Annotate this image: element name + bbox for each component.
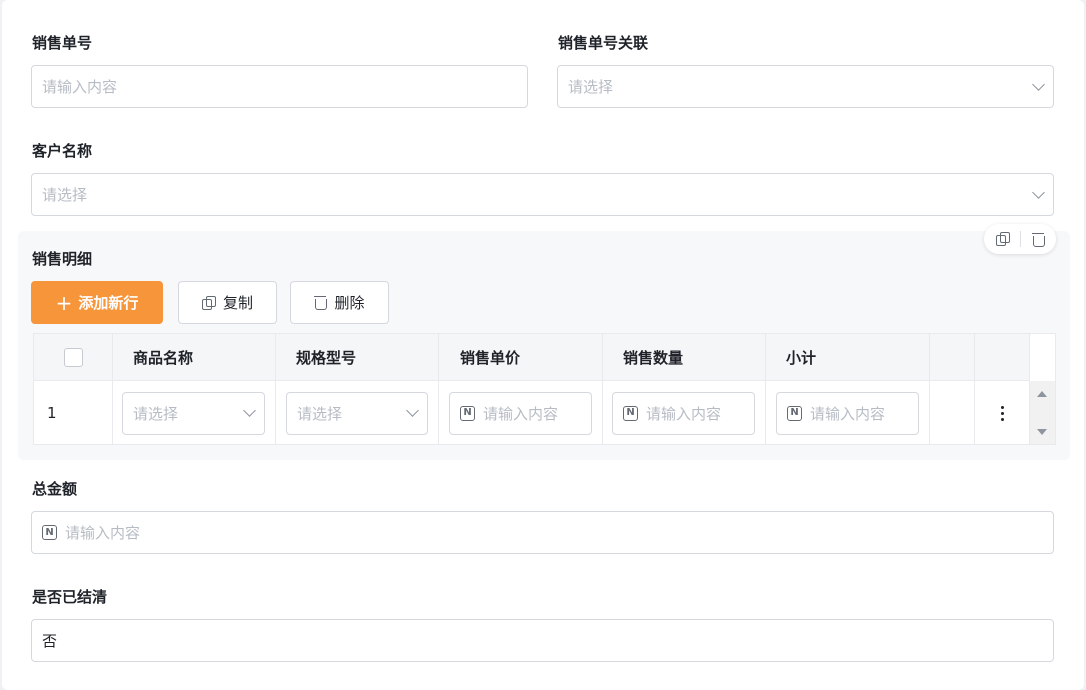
quantity-cell: N 请输入内容 <box>603 381 766 445</box>
trash-icon[interactable] <box>1032 232 1046 247</box>
customer-name-placeholder: 请选择 <box>42 186 88 204</box>
scroll-down-icon[interactable] <box>1037 429 1047 435</box>
price-placeholder: 请输入内容 <box>483 404 559 423</box>
product-cell: 请选择 <box>113 381 276 445</box>
trash-icon <box>314 295 328 310</box>
row-more-cell <box>975 381 1029 445</box>
total-amount-placeholder: 请输入内容 <box>65 524 141 542</box>
chevron-down-icon <box>1032 185 1045 199</box>
total-amount-label: 总金额 <box>32 480 78 498</box>
column-header: 销售单价 <box>439 334 603 380</box>
form-page: 销售单号 请输入内容 销售单号关联 请选择 客户名称 请选择 销售明细 + 添加… <box>2 0 1084 690</box>
sales-no-link-placeholder: 请选择 <box>568 78 614 96</box>
product-select[interactable]: 请选择 <box>122 391 265 435</box>
add-row-label: 添加新行 <box>78 294 139 312</box>
spec-placeholder: 请选择 <box>297 404 343 423</box>
delete-button[interactable]: 删除 <box>290 281 389 324</box>
column-header: 销售数量 <box>603 334 766 380</box>
number-icon: N <box>460 405 475 421</box>
sales-no-label: 销售单号 <box>32 34 93 52</box>
column-header: 规格型号 <box>276 334 439 380</box>
product-placeholder: 请选择 <box>133 404 179 423</box>
select-all-checkbox[interactable] <box>63 347 83 367</box>
column-header: 商品名称 <box>113 334 276 380</box>
settled-label: 是否已结清 <box>32 588 108 606</box>
chevron-down-icon <box>406 404 419 417</box>
chevron-down-icon <box>243 404 256 417</box>
table-header: 商品名称 规格型号 销售单价 销售数量 小计 <box>34 334 1029 381</box>
sales-no-placeholder: 请输入内容 <box>42 78 118 96</box>
subform-actions <box>984 224 1056 254</box>
settled-field[interactable]: 否 <box>31 619 1054 662</box>
table-scrollbar[interactable] <box>1029 334 1055 444</box>
quantity-placeholder: 请输入内容 <box>646 404 722 423</box>
chevron-down-icon <box>1032 77 1045 91</box>
copy-button[interactable]: 复制 <box>178 281 277 324</box>
subtotal-placeholder: 请输入内容 <box>810 404 886 423</box>
column-header: 小计 <box>766 334 930 380</box>
row-index: 1 <box>34 381 113 445</box>
empty-cell <box>930 381 975 445</box>
copy-icon[interactable] <box>995 232 1010 246</box>
add-row-button[interactable]: + 添加新行 <box>31 281 163 324</box>
delete-label: 删除 <box>334 294 365 312</box>
price-input[interactable]: N 请输入内容 <box>449 391 592 435</box>
sales-no-link-label: 销售单号关联 <box>558 34 649 52</box>
sales-no-link-select[interactable]: 请选择 <box>557 65 1054 108</box>
spec-cell: 请选择 <box>276 381 439 445</box>
sales-detail-subform: 销售明细 + 添加新行 复制 删除 商品名称 规格型号 销售单价 销售数量 小计 <box>18 224 1070 460</box>
total-amount-input[interactable]: N 请输入内容 <box>31 511 1054 554</box>
sales-detail-table: 商品名称 规格型号 销售单价 销售数量 小计 1 请选择 请选择 N 请输入内容… <box>33 333 1056 445</box>
spec-select[interactable]: 请选择 <box>286 391 428 435</box>
number-icon: N <box>623 405 638 421</box>
number-icon: N <box>42 525 57 540</box>
subtotal-cell: N 请输入内容 <box>766 381 930 445</box>
customer-name-select[interactable]: 请选择 <box>31 173 1054 216</box>
number-icon: N <box>787 405 802 421</box>
table-row: 1 请选择 请选择 N 请输入内容 N 请输入内容 N 请输入内容 <box>34 381 1029 445</box>
scrollbar-track[interactable] <box>1030 381 1055 444</box>
column-header-actions <box>975 334 1029 380</box>
subform-title: 销售明细 <box>32 250 93 268</box>
header-select-all <box>34 334 113 380</box>
plus-icon: + <box>55 290 73 315</box>
divider <box>1019 231 1021 247</box>
copy-label: 复制 <box>222 294 253 312</box>
more-vertical-icon[interactable] <box>1000 405 1004 421</box>
scroll-up-icon[interactable] <box>1037 391 1047 397</box>
subtotal-input[interactable]: N 请输入内容 <box>776 391 919 435</box>
customer-name-label: 客户名称 <box>32 142 93 160</box>
column-header-empty <box>930 334 975 380</box>
quantity-input[interactable]: N 请输入内容 <box>612 391 755 435</box>
settled-value: 否 <box>42 632 58 650</box>
price-cell: N 请输入内容 <box>439 381 603 445</box>
sales-no-input[interactable]: 请输入内容 <box>31 65 528 108</box>
copy-icon <box>201 295 216 310</box>
